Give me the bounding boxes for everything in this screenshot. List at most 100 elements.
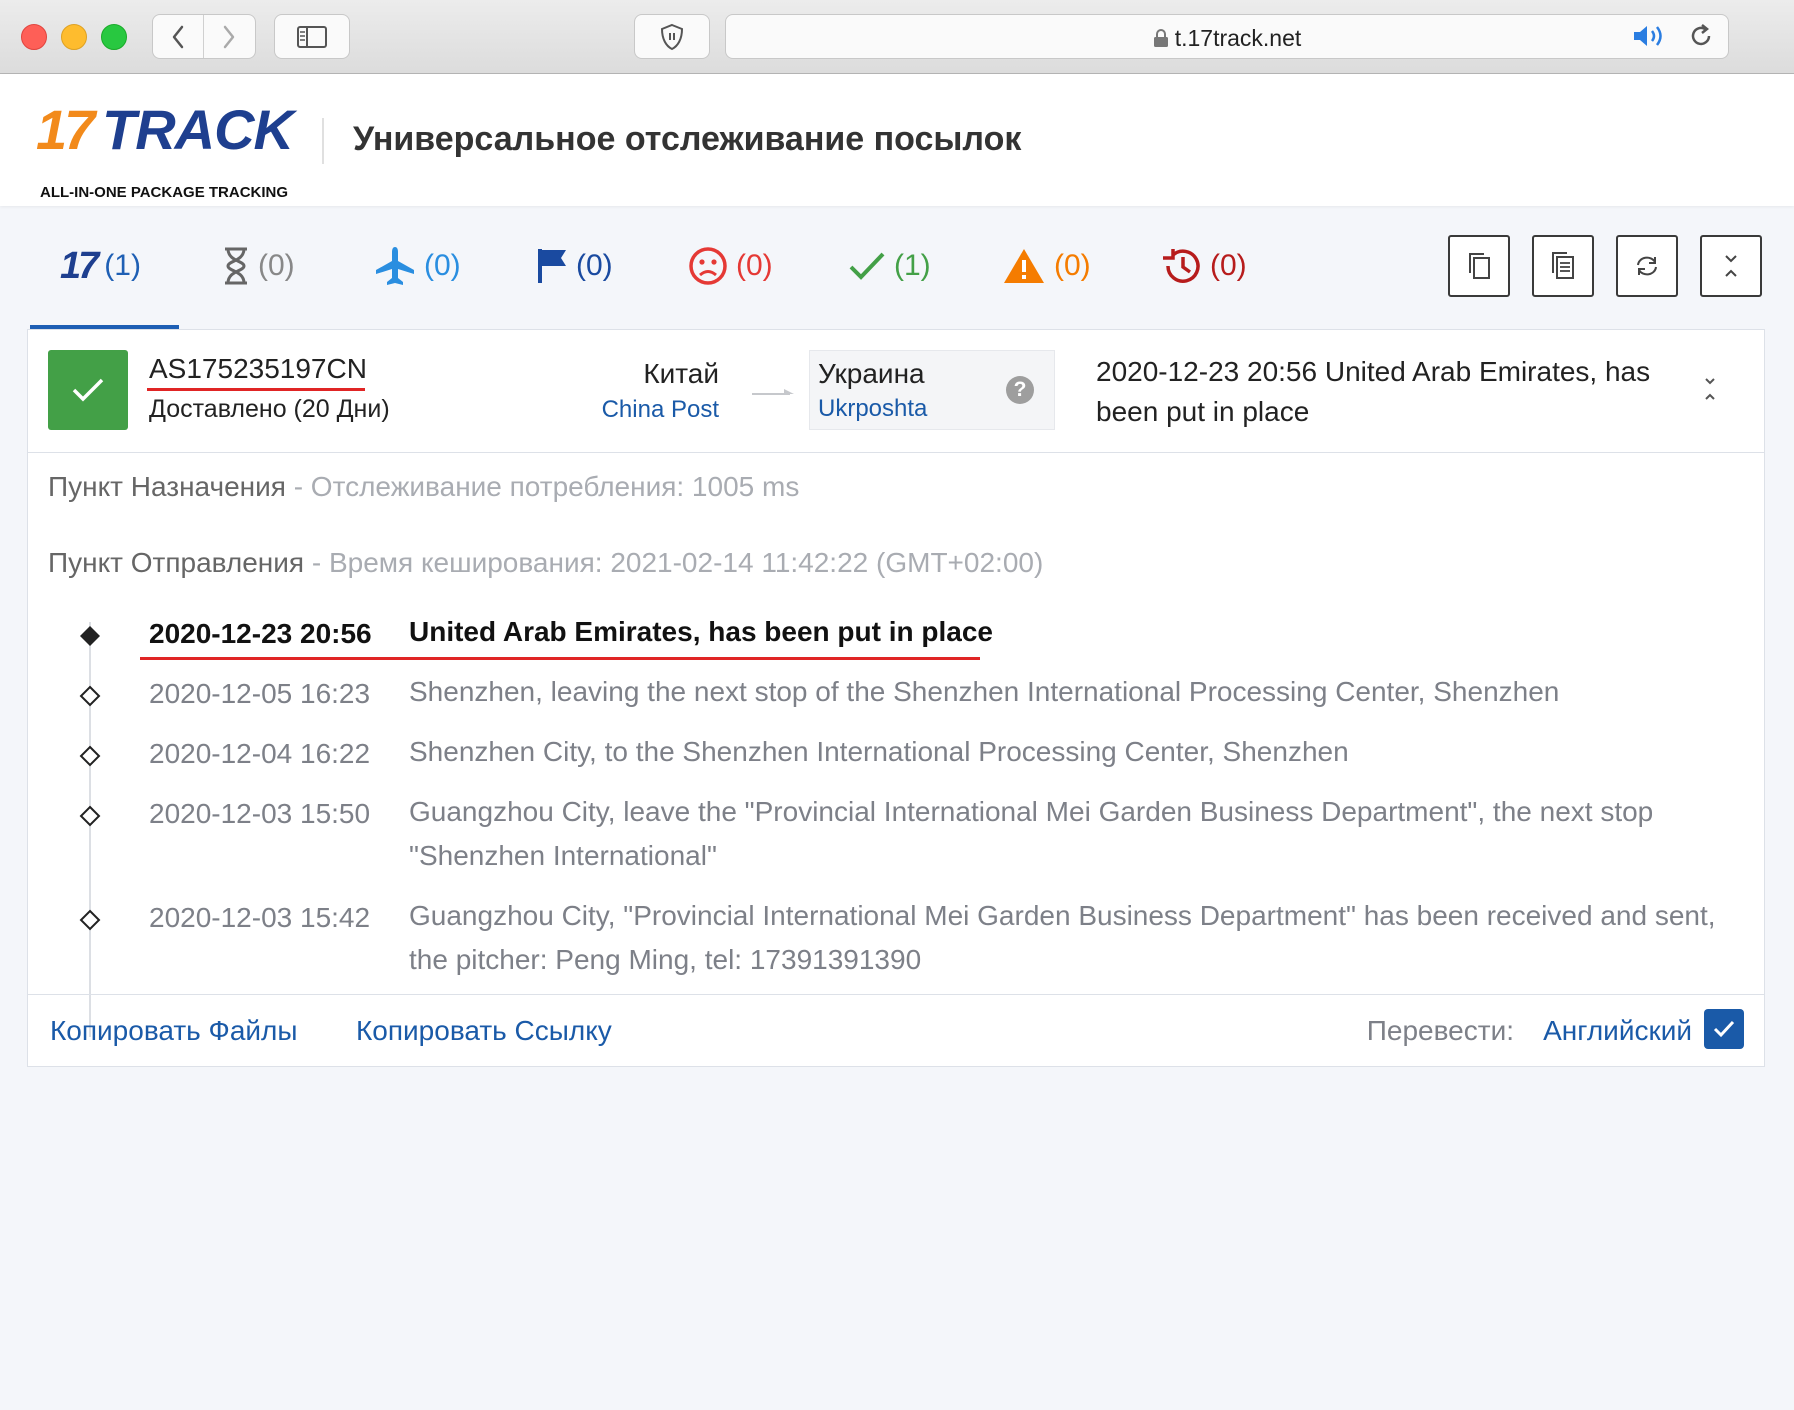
sad-face-icon [688,246,728,286]
collapse-icon [1705,378,1715,400]
event-date: 2020-12-04 16:22 [149,738,371,769]
translate-checkbox[interactable] [1704,1009,1744,1049]
close-window-button[interactable] [21,24,47,50]
history-icon [1160,246,1202,286]
tab-count: (1) [894,249,931,282]
lock-icon [1153,29,1168,47]
event-date: 2020-12-23 20:56 [149,618,372,649]
event-date: 2020-12-05 16:23 [149,678,371,709]
translate-language-select[interactable]: Английский [1543,1015,1692,1047]
sidebar-icon [297,25,327,48]
chevron-left-icon [172,25,184,48]
header-divider [322,118,324,164]
event-description: Guangzhou City, "Provincial Internationa… [409,900,1716,975]
hourglass-icon [222,247,250,285]
diamond-icon [79,805,101,827]
tab-delivered[interactable]: (1) [848,244,931,288]
origin-country: Китай [643,358,719,389]
checkmark-icon [848,250,886,282]
translate-label: Перевести: [1366,1015,1514,1046]
privacy-report-button[interactable] [634,14,710,59]
card-footer: Копировать Файлы Копировать Ссылку Перев… [28,994,1764,1067]
tab-count: (0) [424,249,461,282]
tab-in-transit[interactable]: (0) [374,244,461,288]
checkmark-icon [72,378,104,402]
status-badge [48,350,128,430]
help-icon[interactable]: ? [1006,376,1034,404]
highlight-underline [147,388,365,391]
tab-all[interactable]: 17 (1) [60,244,141,288]
reload-button[interactable] [1688,23,1714,54]
delivery-status: Доставлено (20 Дни) [149,395,390,423]
copy-list-icon [1552,252,1574,279]
copy-list-button[interactable] [1532,235,1594,297]
origin-detail: - Время кеширования: 2021-02-14 11:42:22… [304,547,1044,578]
copy-link-link[interactable]: Копировать Ссылку [356,1015,612,1047]
shield-icon [660,23,684,50]
collapse-button[interactable] [1700,376,1720,407]
flag-icon [536,247,568,285]
zoom-window-button[interactable] [101,24,127,50]
diamond-icon [79,685,101,707]
tab-expired[interactable]: (0) [1160,244,1247,288]
tab-pickup[interactable]: (0) [536,244,613,288]
sidebar-toggle-button[interactable] [274,14,350,59]
tab-count: (1) [104,249,141,282]
copy-icon [1469,253,1490,279]
audio-button[interactable] [1632,24,1668,53]
reload-icon [1691,24,1711,46]
copy-button[interactable] [1448,235,1510,297]
destination-carrier-link[interactable]: Ukrposhta [818,395,927,423]
route-arrow-icon [750,386,798,405]
diamond-icon [79,745,101,767]
tab-count: (0) [736,249,773,282]
destination-box: Украина Ukrposhta ? [809,350,1055,430]
copy-files-link[interactable]: Копировать Файлы [50,1015,298,1047]
tab-count: (0) [258,249,295,282]
warning-icon [1002,247,1046,285]
checkmark-icon [1713,1020,1735,1038]
tab-count: (0) [1054,249,1091,282]
minimize-window-button[interactable] [61,24,87,50]
destination-info: Пункт Назначения - Отслеживание потребле… [48,471,799,503]
forward-button[interactable] [204,15,254,58]
origin-label: Пункт Отправления [48,547,305,578]
browser-toolbar: t.17track.net [0,0,1794,74]
destination-country: Украина [818,358,925,389]
origin-info: Пункт Отправления - Время кеширования: 2… [48,547,1043,579]
airplane-icon [374,246,416,286]
navigation-buttons [152,14,256,59]
event-description: Shenzhen City, to the Shenzhen Internati… [409,736,1349,767]
site-header: 17 TRACK ALL-IN-ONE PACKAGE TRACKING Уни… [0,74,1794,206]
refresh-button[interactable] [1616,235,1678,297]
filled-diamond-icon [80,626,100,646]
url-text: t.17track.net [1174,25,1302,51]
event-description: Guangzhou City, leave the "Provincial In… [409,796,1654,871]
tab-count: (0) [1210,249,1247,282]
diamond-icon [79,909,101,931]
event-description: United Arab Emirates, has been put in pl… [409,616,993,647]
latest-event: 2020-12-23 20:56 United Arab Emirates, h… [1096,356,1651,427]
destination-detail: - Отслеживание потребления: 1005 ms [285,471,800,502]
event-date: 2020-12-03 15:42 [149,902,371,933]
shipment-summary[interactable]: AS175235197CN Доставлено (20 Дни) Китай … [28,330,1764,453]
chevron-right-icon [223,25,235,48]
logo-tagline: ALL-IN-ONE PACKAGE TRACKING [40,184,289,201]
logo-number: 17 [36,98,95,161]
logo-word: TRACK [102,98,294,161]
refresh-icon [1637,256,1657,276]
back-button[interactable] [153,15,203,58]
origin-carrier-link[interactable]: China Post [602,396,719,424]
event-description: Shenzhen, leaving the next stop of the S… [409,676,1560,707]
url-display: t.17track.net [726,25,1728,52]
speaker-icon [1634,26,1662,46]
tab-not-found[interactable]: (0) [222,244,295,288]
collapse-all-icon [1725,255,1737,277]
address-bar[interactable]: t.17track.net [725,14,1729,59]
tracking-number[interactable]: AS175235197CN [149,353,367,385]
tab-undelivered[interactable]: (0) [688,244,773,288]
event-date: 2020-12-03 15:50 [149,798,371,829]
page-title: Универсальное отслеживание посылок [353,120,1022,158]
tab-alert[interactable]: (0) [1002,244,1091,288]
collapse-all-button[interactable] [1700,235,1762,297]
